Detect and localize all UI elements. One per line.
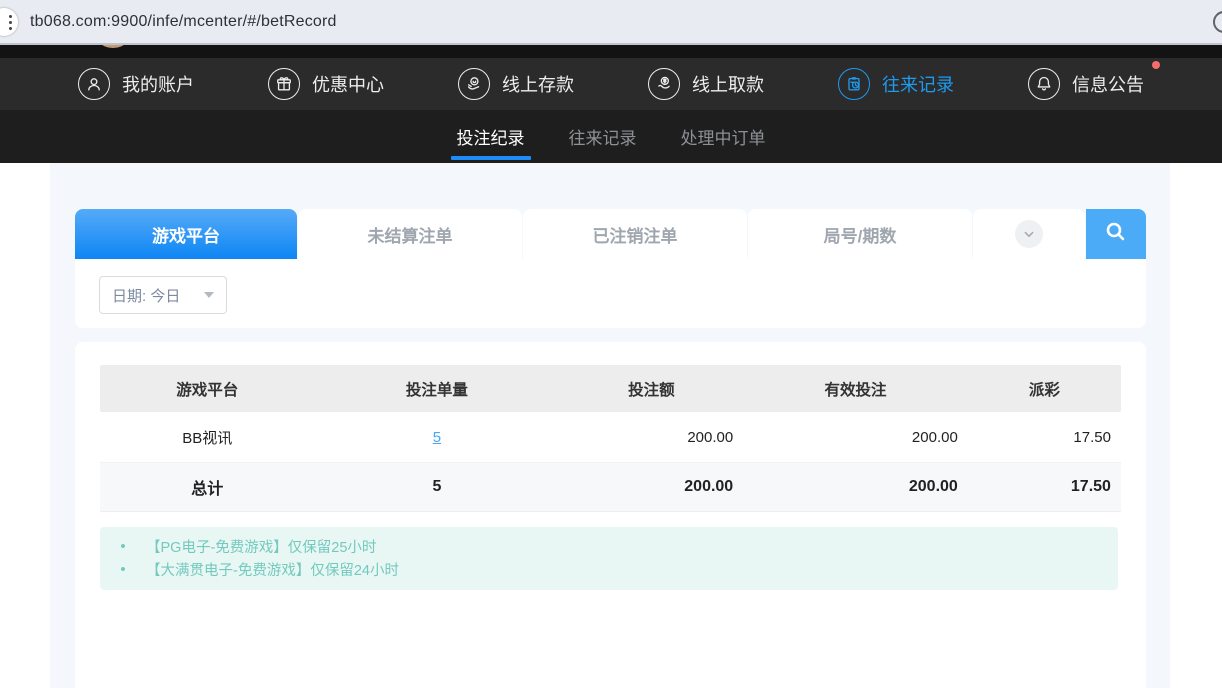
deposit-icon — [458, 68, 490, 100]
tab-processing-orders[interactable]: 处理中订单 — [681, 110, 766, 163]
dots-icon — [9, 15, 12, 18]
filter-tab-cancelled-bets[interactable]: 已注销注单 — [523, 209, 747, 259]
filter-tab-round-number[interactable]: 局号/期数 — [748, 209, 972, 259]
nav-item-online-withdrawal[interactable]: 线上取款 — [648, 68, 764, 100]
screen: tb068.com:9900/infe/mcenter/#/betRecord … — [0, 0, 1222, 688]
page-content: 游戏平台 未结算注单 已注销注单 局号/期数 — [0, 163, 1222, 688]
date-filter-dropdown[interactable]: 日期: 今日 — [99, 276, 227, 314]
tab-transaction-records[interactable]: 往来记录 — [569, 110, 637, 163]
filter-tab-label: 局号/期数 — [824, 222, 897, 247]
main-nav: 我的账户 优惠中心 线上存款 线上取款 往来记录 — [0, 58, 1222, 110]
note-line: • 【PG电子-免费游戏】仅保留25小时 — [100, 535, 1118, 558]
column-header-bet-count: 投注单量 — [314, 378, 559, 400]
notes-box: • 【PG电子-免费游戏】仅保留25小时 • 【大满贯电子-免费游戏】仅保留24… — [100, 527, 1118, 590]
nav-label: 线上存款 — [502, 71, 574, 97]
bell-icon — [1028, 68, 1060, 100]
chevron-down-icon — [1015, 220, 1043, 248]
gift-icon — [268, 68, 300, 100]
nav-label: 优惠中心 — [312, 71, 384, 97]
search-icon — [1104, 220, 1128, 249]
user-icon — [78, 68, 110, 100]
nav-top-strip — [0, 45, 1222, 58]
withdraw-icon — [648, 68, 680, 100]
filter-tabs: 游戏平台 未结算注单 已注销注单 局号/期数 — [75, 209, 1146, 259]
nav-label: 我的账户 — [122, 71, 194, 97]
site-info-icon[interactable] — [0, 8, 18, 36]
sub-nav: 投注纪录 往来记录 处理中订单 — [0, 110, 1222, 163]
note-text: 【大满贯电子-免费游戏】仅保留24小时 — [146, 559, 399, 580]
total-bet-amount: 200.00 — [559, 478, 743, 496]
content-wrapper: 游戏平台 未结算注单 已注销注单 局号/期数 — [50, 163, 1170, 688]
results-card: 游戏平台 投注单量 投注额 有效投注 派彩 BB视讯 5 200.00 200.… — [75, 342, 1146, 688]
nav-label: 线上取款 — [692, 71, 764, 97]
nav-item-transaction-records[interactable]: 往来记录 — [838, 68, 954, 100]
nav-label: 信息公告 — [1072, 71, 1144, 97]
total-payout: 17.50 — [968, 478, 1121, 496]
subnav-label: 处理中订单 — [681, 124, 766, 149]
nav-item-announcements[interactable]: 信息公告 — [1028, 68, 1144, 100]
note-line: • 【大满贯电子-免费游戏】仅保留24小时 — [100, 558, 1118, 581]
browser-account-icon[interactable] — [1213, 11, 1222, 33]
nav-item-promo-center[interactable]: 优惠中心 — [268, 68, 384, 100]
date-filter-label: 日期: 今日 — [112, 285, 180, 306]
nav-label: 往来记录 — [882, 71, 954, 97]
platform-cell: BB视讯 — [100, 427, 314, 448]
tab-bet-records[interactable]: 投注纪录 — [457, 110, 525, 163]
expand-filters-button[interactable] — [973, 209, 1085, 259]
nav-item-my-account[interactable]: 我的账户 — [78, 68, 194, 100]
browser-address-bar[interactable]: tb068.com:9900/infe/mcenter/#/betRecord — [0, 0, 1222, 45]
table-row: BB视讯 5 200.00 200.00 17.50 — [100, 412, 1121, 463]
search-button[interactable] — [1086, 209, 1146, 259]
records-icon — [838, 68, 870, 100]
total-label: 总计 — [100, 475, 314, 499]
column-header-valid-bet: 有效投注 — [743, 378, 968, 400]
filter-card: 游戏平台 未结算注单 已注销注单 局号/期数 — [75, 209, 1146, 328]
filter-tab-game-platform[interactable]: 游戏平台 — [75, 209, 297, 259]
filter-body: 日期: 今日 — [75, 259, 1146, 328]
notification-dot — [1152, 61, 1160, 69]
column-header-payout: 派彩 — [968, 378, 1121, 400]
dropdown-arrow-icon — [204, 292, 214, 298]
filter-tab-label: 已注销注单 — [593, 222, 678, 247]
subnav-label: 投注纪录 — [457, 124, 525, 149]
table-header-row: 游戏平台 投注单量 投注额 有效投注 派彩 — [100, 365, 1121, 412]
nav-item-online-deposit[interactable]: 线上存款 — [458, 68, 574, 100]
active-tab-underline — [451, 156, 531, 160]
note-text: 【PG电子-免费游戏】仅保留25小时 — [146, 536, 376, 557]
total-valid-bet: 200.00 — [743, 478, 968, 496]
filter-tab-label: 游戏平台 — [152, 222, 220, 247]
bet-count-link[interactable]: 5 — [433, 429, 441, 446]
bullet-icon: • — [100, 538, 146, 555]
column-header-bet-amount: 投注额 — [559, 378, 743, 400]
table-total-row: 总计 5 200.00 200.00 17.50 — [100, 463, 1121, 512]
total-bet-count: 5 — [314, 478, 559, 496]
bet-summary-table: 游戏平台 投注单量 投注额 有效投注 派彩 BB视讯 5 200.00 200.… — [100, 365, 1121, 512]
payout-cell: 17.50 — [968, 429, 1121, 446]
bet-amount-cell: 200.00 — [559, 429, 743, 446]
column-header-game-platform: 游戏平台 — [100, 378, 314, 400]
subnav-label: 往来记录 — [569, 124, 637, 149]
filter-tab-label: 未结算注单 — [368, 222, 453, 247]
valid-bet-cell: 200.00 — [743, 429, 968, 446]
bullet-icon: • — [100, 561, 146, 578]
url-text[interactable]: tb068.com:9900/infe/mcenter/#/betRecord — [30, 0, 337, 43]
filter-tab-unsettled-bets[interactable]: 未结算注单 — [298, 209, 522, 259]
